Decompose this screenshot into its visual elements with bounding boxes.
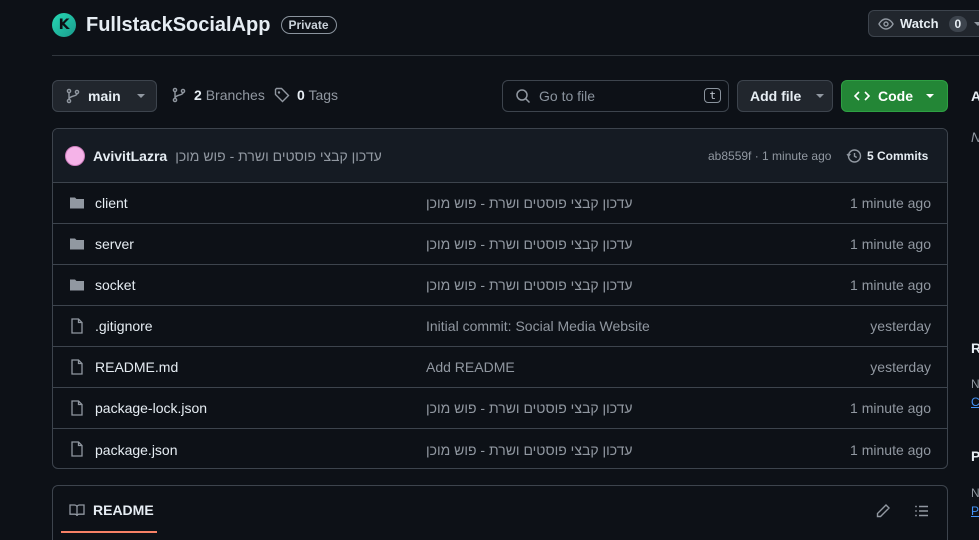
commit-author-link[interactable]: AvivitLazra [93, 148, 167, 164]
commits-count: 5 Commits [867, 148, 929, 163]
readme-tab-label: README [93, 502, 154, 518]
visibility-badge: Private [280, 16, 337, 34]
file-row[interactable]: socket עדכון קבצי פוסטים ושרת - פוש מוכן 1… [53, 265, 947, 306]
file-icon [69, 359, 85, 378]
file-name-link[interactable]: server [95, 236, 134, 252]
file-row[interactable]: client עדכון קבצי פוסטים ושרת - פוש מוכן 1… [53, 183, 947, 224]
repo-header: K FullstackSocialApp Private [52, 10, 337, 40]
file-commit-time: 1 minute ago [850, 195, 931, 211]
file-commit-time: yesterday [870, 318, 931, 334]
watch-count: 0 [948, 15, 968, 32]
commit-meta[interactable]: ab8559f · 1 minute ago [708, 149, 831, 163]
file-icon [69, 318, 85, 337]
chevron-down-icon [136, 94, 145, 98]
file-commit-message-link[interactable]: עדכון קבצי פוסטים ושרת - פוש מוכן [426, 195, 633, 211]
header-divider [52, 55, 979, 56]
history-icon [846, 148, 862, 163]
file-name-link[interactable]: package-lock.json [95, 400, 207, 416]
code-button[interactable]: Code [841, 80, 948, 112]
chevron-down-icon [926, 94, 934, 98]
go-to-file-input[interactable] [539, 88, 689, 104]
branches-count: 2 [194, 87, 202, 103]
releases-none-text: N [971, 377, 979, 391]
file-commit-time: 1 minute ago [850, 236, 931, 252]
file-commit-message-link[interactable]: עדכון קבצי פוסטים ושרת - פוש מוכן [426, 400, 633, 416]
avatar[interactable] [65, 145, 85, 166]
readme-tab[interactable]: README [69, 502, 154, 518]
file-row[interactable]: package-lock.json עדכון קבצי פוסטים ושרת … [53, 388, 947, 429]
pencil-icon[interactable] [875, 503, 891, 519]
file-commit-time: 1 minute ago [850, 441, 931, 458]
file-commit-time: 1 minute ago [850, 400, 931, 416]
file-row[interactable]: package.json עדכון קבצי פוסטים ושרת - פוש… [53, 429, 947, 468]
file-icon [69, 441, 85, 460]
chevron-down-icon [974, 21, 979, 26]
publish-package-link[interactable]: P [971, 504, 979, 518]
file-name-link[interactable]: package.json [95, 442, 178, 458]
packages-none-text: N [971, 486, 979, 500]
file-icon [69, 400, 85, 419]
file-row[interactable]: .gitignore Initial commit: Social Media W… [53, 306, 947, 347]
file-name-link[interactable]: README.md [95, 359, 178, 375]
tag-icon [274, 87, 290, 103]
git-branch-icon [66, 88, 80, 104]
file-name-link[interactable]: .gitignore [95, 318, 153, 334]
code-icon [854, 91, 870, 101]
create-release-link[interactable]: C [971, 395, 979, 409]
readme-panel: README [52, 485, 948, 540]
commit-message-link[interactable]: עדכון קבצי פוסטים ושרת - פוש מוכן [175, 148, 382, 164]
file-listing: AvivitLazra עדכון קבצי פוסטים ושרת - פוש… [52, 128, 948, 469]
packages-heading[interactable]: P [971, 448, 979, 464]
folder-icon [69, 195, 85, 214]
tags-link[interactable]: 0 Tags [274, 87, 338, 103]
branches-label: Branches [205, 87, 265, 103]
keyboard-shortcut-hint: t [704, 88, 721, 103]
file-row[interactable]: README.md Add README yesterday [53, 347, 947, 388]
file-name-link[interactable]: socket [95, 277, 135, 293]
search-icon [516, 89, 531, 104]
branch-name: main [88, 88, 121, 104]
tags-count: 0 [297, 87, 305, 103]
add-file-label: Add file [750, 88, 802, 104]
add-file-button[interactable]: Add file [737, 80, 833, 112]
file-commit-message-link[interactable]: עדכון קבצי פוסטים ושרת - פוש מוכן [426, 277, 633, 293]
code-label: Code [878, 88, 913, 104]
file-commit-message-link[interactable]: Initial commit: Social Media Website [426, 318, 650, 334]
file-row[interactable]: server עדכון קבצי פוסטים ושרת - פוש מוכן 1… [53, 224, 947, 265]
file-commit-message-link[interactable]: Add README [426, 359, 515, 375]
folder-icon [69, 277, 85, 296]
watch-button[interactable]: Watch 0 [868, 10, 979, 37]
file-name-link[interactable]: client [95, 195, 128, 211]
about-description: N [971, 129, 979, 145]
branch-selector-button[interactable]: main [52, 80, 157, 112]
latest-commit-bar: AvivitLazra עדכון קבצי פוסטים ושרת - פוש… [53, 129, 947, 183]
file-commit-message-link[interactable]: עדכון קבצי פוסטים ושרת - פוש מוכן [426, 442, 633, 458]
tags-label: Tags [308, 87, 339, 103]
file-commit-message-link[interactable]: עדכון קבצי פוסטים ושרת - פוש מוכן [426, 236, 633, 252]
releases-heading[interactable]: R [971, 340, 979, 356]
folder-icon [69, 236, 85, 255]
commits-history-link[interactable]: 5 Commits [846, 148, 928, 164]
git-branch-icon [172, 87, 186, 103]
book-icon [69, 504, 85, 517]
repo-logo-icon: K [52, 13, 76, 37]
file-commit-time: 1 minute ago [850, 277, 931, 293]
readme-tab-indicator [61, 531, 157, 533]
chevron-down-icon [816, 94, 825, 98]
eye-icon [878, 17, 894, 30]
repo-name-link[interactable]: FullstackSocialApp [86, 14, 271, 37]
go-to-file-field[interactable]: t [502, 80, 729, 112]
branches-link[interactable]: 2 Branches [171, 87, 265, 103]
list-outline-icon[interactable] [914, 503, 930, 519]
about-heading: A [971, 88, 979, 104]
watch-label: Watch [900, 16, 939, 31]
file-commit-time: yesterday [870, 359, 931, 375]
